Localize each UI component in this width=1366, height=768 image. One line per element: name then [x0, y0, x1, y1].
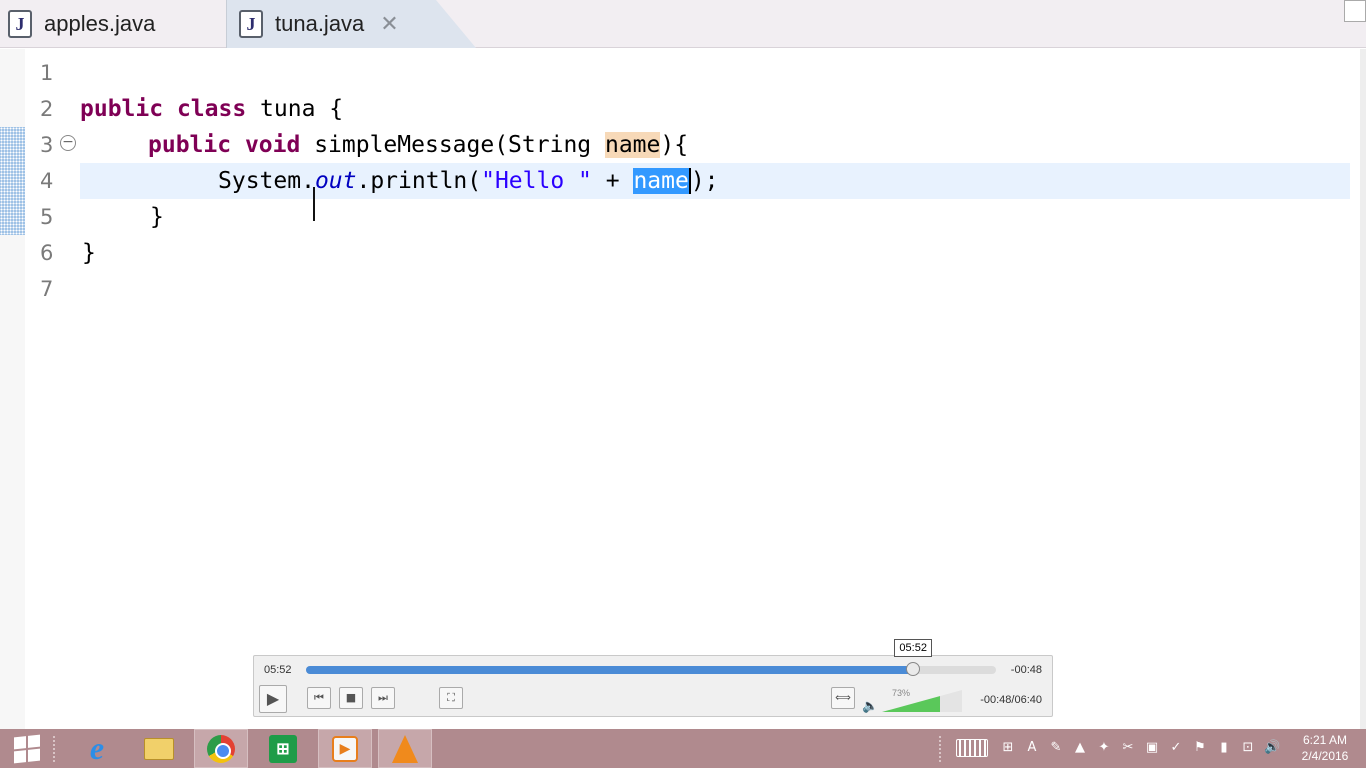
windows-tray-icon[interactable]: ⊞ [1000, 740, 1016, 756]
network-app-icon[interactable]: ✦ [1096, 740, 1112, 756]
taskbar-grip [52, 735, 56, 763]
stop-button[interactable]: ■ [339, 687, 363, 709]
code-line: 1 [0, 55, 1300, 91]
volume-level [882, 690, 941, 712]
code-line: 3 − public void simpleMessage(String nam… [0, 127, 1300, 163]
seek-handle[interactable] [906, 662, 921, 676]
media-app-button[interactable]: ▶ [318, 729, 372, 768]
security-check-icon[interactable]: ✓ [1168, 740, 1184, 756]
code-text: } [82, 240, 96, 266]
code-text: public void simpleMessage(String name){ [148, 132, 689, 158]
seek-bar[interactable]: 05:52 [306, 639, 996, 676]
media-player-controls: 05:52 05:52 -00:48 ▶ ⏮ ■ ⏭ ⛶ ⟺ 🔈 73% -00… [253, 639, 1053, 717]
tab-tuna-java[interactable]: J tuna.java ✕ [226, 0, 476, 48]
internet-explorer-icon: e [89, 730, 105, 766]
remaining-time: -00:48 [1010, 664, 1042, 676]
selected-text: name [633, 167, 689, 194]
chrome-button[interactable] [194, 729, 248, 768]
line-number: 7 [40, 277, 54, 301]
acrobat-icon[interactable]: A [1024, 740, 1040, 756]
seek-progress [306, 666, 914, 674]
occurrence-highlight: name [604, 132, 661, 158]
elapsed-time: 05:52 [264, 664, 292, 676]
maximize-editor-button[interactable] [1344, 0, 1366, 22]
store-icon: ⊞ [269, 734, 297, 763]
volume-percent: 73% [892, 688, 911, 698]
volume-slider[interactable]: 73% [882, 688, 962, 712]
vertical-scrollbar[interactable] [1360, 49, 1366, 730]
clock-time: 6:21 AM [1302, 733, 1348, 747]
tab-label: tuna.java [275, 11, 365, 36]
power-icon[interactable]: ▮ [1216, 740, 1232, 756]
time-duration: -00:48/06:40 [980, 694, 1042, 706]
vlc-tray-icon[interactable]: ▲ [1072, 740, 1088, 756]
volume-tray-icon[interactable]: 🔊 [1264, 740, 1280, 756]
java-file-icon: J [8, 10, 32, 38]
network-icon[interactable]: ⊡ [1240, 740, 1256, 756]
notes-icon[interactable]: ✎ [1048, 740, 1064, 756]
touch-keyboard-icon[interactable] [956, 739, 988, 757]
code-line: 6 } [0, 235, 1300, 271]
code-line: 4 System.out.println("Hello " + name); [0, 163, 1300, 199]
start-button[interactable] [0, 729, 54, 768]
media-player-icon: ▶ [332, 735, 358, 762]
tab-apples-java[interactable]: J apples.java [0, 0, 225, 48]
code-text: System.out.println("Hello " + name); [218, 167, 719, 195]
internet-explorer-button[interactable]: e [70, 729, 124, 768]
line-number: 5 [40, 205, 54, 229]
line-number: 6 [40, 241, 54, 265]
line-number: 1 [40, 61, 54, 85]
code-line: 5 } [0, 199, 1300, 235]
action-center-icon[interactable]: ⚑ [1192, 740, 1208, 756]
next-button[interactable]: ⏭ [371, 687, 395, 709]
line-number: 2 [40, 97, 54, 121]
seek-tooltip: 05:52 [894, 639, 933, 657]
close-tab-icon[interactable]: ✕ [380, 11, 398, 37]
tab-label: apples.java [44, 11, 156, 36]
line-number: 4 [40, 169, 54, 193]
play-button[interactable]: ▶ [259, 685, 287, 713]
editor-tab-bar: J apples.java J tuna.java ✕ [0, 0, 1366, 48]
code-editor[interactable]: 1 2 public class tuna { 3 − public void … [0, 49, 1366, 730]
collapse-icon[interactable]: − [60, 135, 76, 151]
tray-grip [938, 735, 942, 763]
code-line: 7 [0, 271, 1300, 307]
extended-settings-button[interactable]: ⟺ [831, 687, 855, 709]
file-explorer-button[interactable] [132, 729, 186, 768]
previous-button[interactable]: ⏮ [307, 687, 331, 709]
vlc-cone-icon [392, 734, 418, 763]
speaker-icon[interactable]: 🔈 [862, 698, 878, 714]
vlc-button[interactable] [378, 729, 432, 768]
tool-icon[interactable]: ✂ [1120, 740, 1136, 756]
code-text: public class tuna { [80, 96, 344, 122]
mouse-ibeam-cursor [313, 187, 315, 221]
taskbar: e ⊞ ▶ ⊞ A ✎ ▲ ✦ ✂ ▣ ✓ ⚑ ▮ ⊡ 🔊 6:21 AM 2/… [0, 729, 1366, 768]
code-line: 2 public class tuna { [0, 91, 1300, 127]
windows-logo-icon [14, 734, 40, 763]
fullscreen-button[interactable]: ⛶ [439, 687, 463, 709]
chrome-icon [207, 734, 235, 763]
clock-date: 2/4/2016 [1301, 749, 1349, 763]
folder-icon [144, 737, 174, 760]
java-file-icon: J [239, 10, 263, 38]
system-clock[interactable]: 6:21 AM 2/4/2016 [1290, 732, 1360, 764]
monitor-icon[interactable]: ▣ [1144, 740, 1160, 756]
code-text: } [150, 204, 164, 230]
store-button[interactable]: ⊞ [256, 729, 310, 768]
